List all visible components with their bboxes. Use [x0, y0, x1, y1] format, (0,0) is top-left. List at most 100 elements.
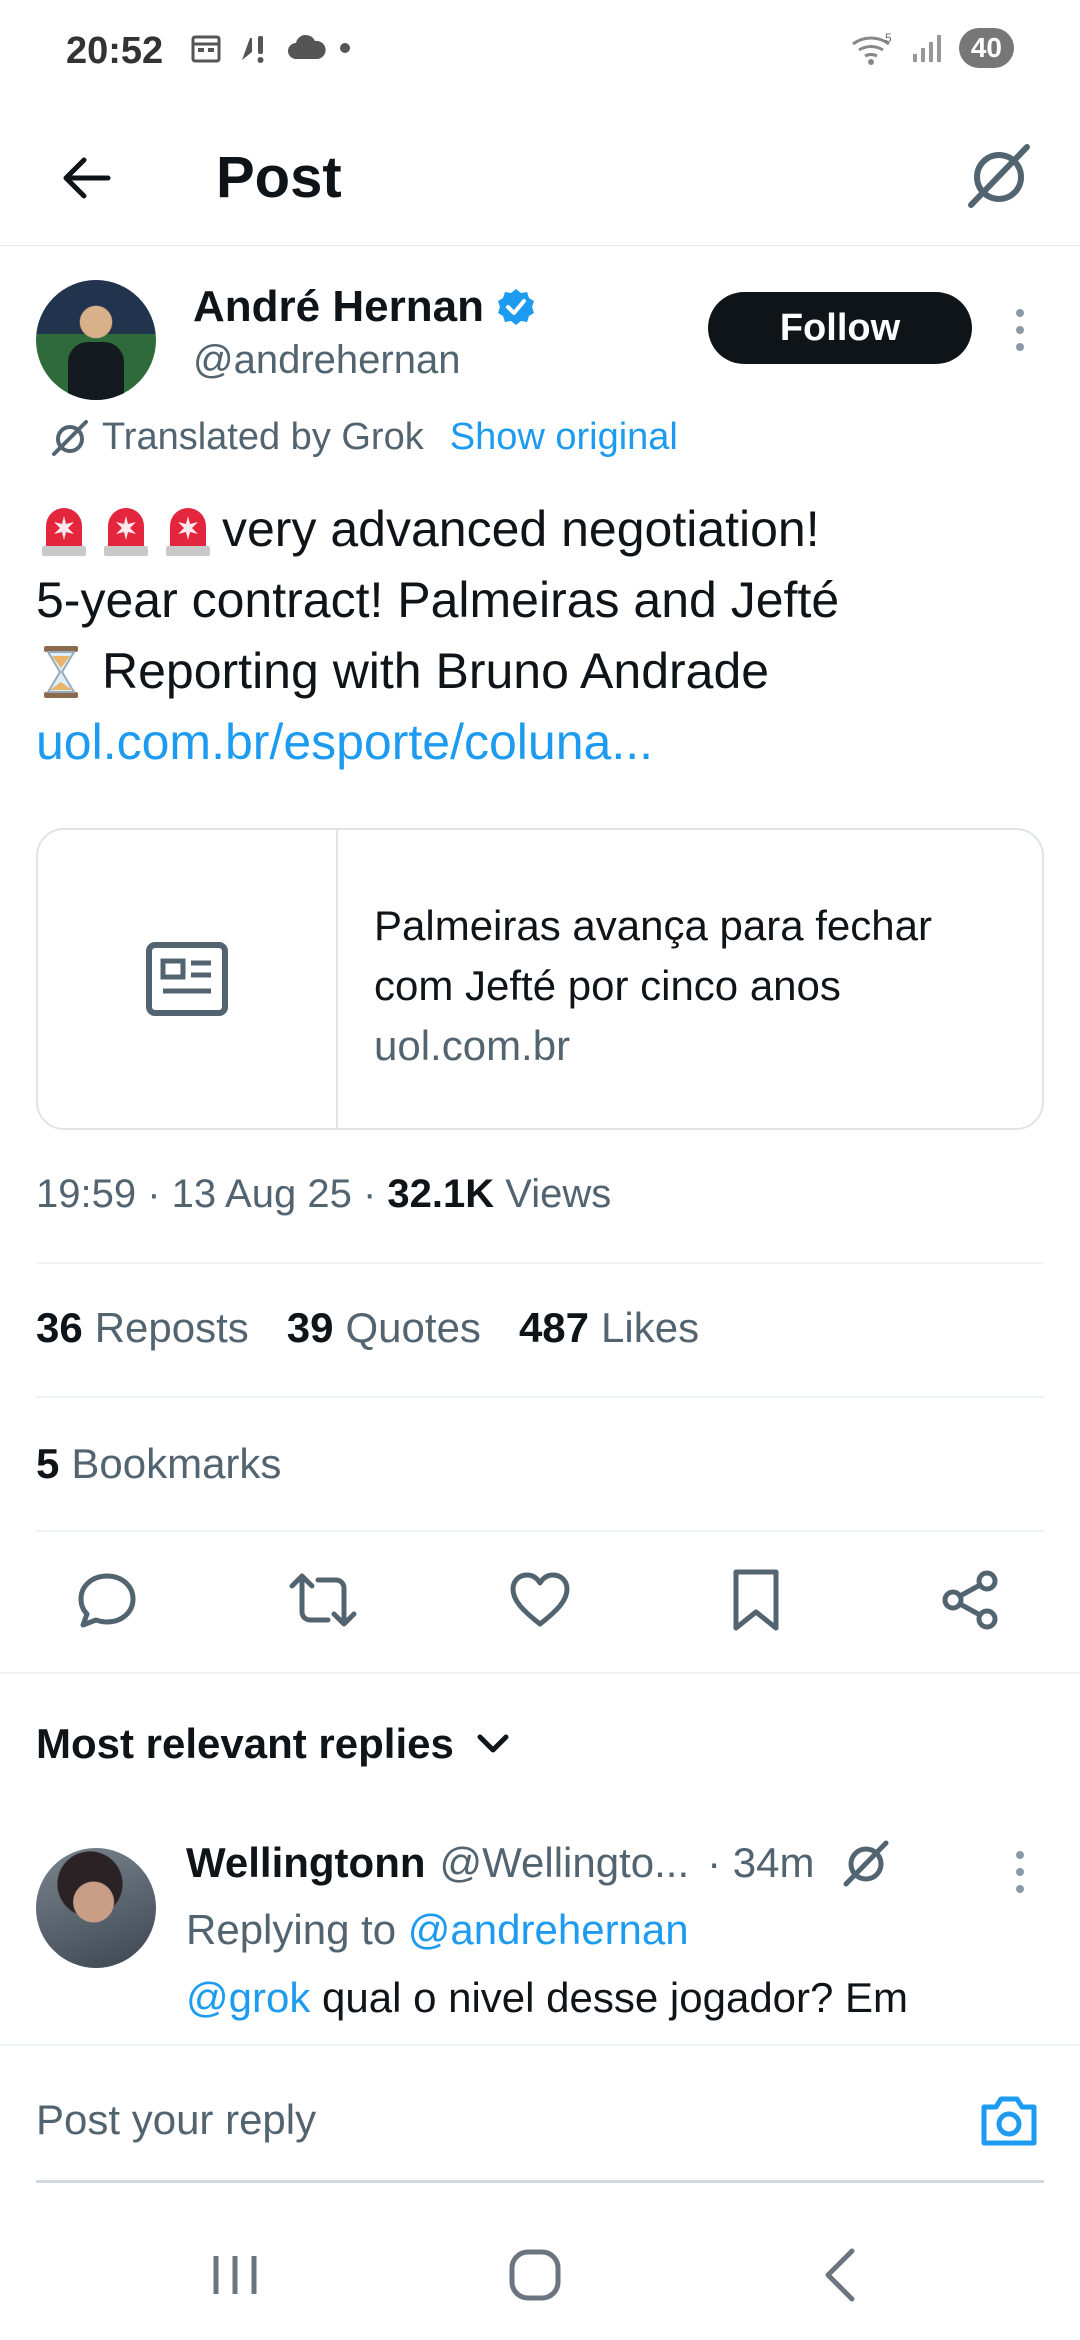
verified-badge-icon [497, 289, 534, 325]
siren-icon [166, 507, 210, 556]
page-title: Post [216, 145, 342, 210]
home-icon [509, 2249, 561, 2301]
siren-icon [104, 507, 148, 556]
svg-text:5: 5 [885, 31, 892, 45]
composer-underline [36, 2180, 1044, 2183]
post-line-1: very advanced negotiation! [36, 494, 1036, 565]
post-body: very advanced negotiation! 5-year contra… [36, 494, 1036, 778]
status-time: 20:52 [66, 30, 164, 72]
reposts-count: 36 [36, 1304, 83, 1351]
grok-icon[interactable] [841, 1838, 891, 1888]
author-name[interactable]: André Hernan [193, 282, 536, 332]
alert-icon [242, 36, 264, 63]
grok-icon [52, 419, 88, 456]
views-count: 32.1K [387, 1172, 495, 1216]
reply-icon [78, 1573, 136, 1628]
reply-author-handle[interactable]: @Wellingto... [440, 1839, 690, 1887]
recent-apps-button[interactable] [190, 2240, 280, 2310]
more-notifications-icon [340, 43, 350, 53]
share-icon [942, 1570, 998, 1630]
replying-to-handle[interactable]: @andrehernan [408, 1906, 689, 1953]
replies-sort-label: Most relevant replies [36, 1720, 454, 1767]
bookmark-icon [733, 1569, 779, 1631]
more-options-button[interactable] [1000, 300, 1040, 360]
reposts-label: Reposts [94, 1304, 249, 1351]
divider [36, 1396, 1044, 1398]
follow-button[interactable]: Follow [708, 292, 972, 364]
card-title-line-2: com Jefté por cinco anos [374, 962, 841, 1009]
reply-input[interactable] [36, 2096, 936, 2144]
post-text-line-2: 5-year contract! Palmeiras and Jefté [36, 572, 840, 628]
battery-indicator: 40 [958, 28, 1014, 68]
post-line-2: 5-year contract! Palmeiras and Jefté [36, 565, 1036, 636]
status-bar: 20:52 5 40 [0, 0, 1080, 104]
siren-icon [42, 507, 86, 556]
author-handle[interactable]: @andrehernan [193, 338, 460, 383]
quotes-count: 39 [286, 1304, 334, 1351]
card-domain: uol.com.br [374, 1022, 571, 1069]
card-thumbnail [38, 830, 338, 1128]
replying-to: Replying to @andrehernan [186, 1906, 689, 1954]
post-meta: 19:59 · 13 Aug 25 · 32.1K Views [36, 1172, 612, 1216]
reply-button[interactable] [67, 1560, 147, 1640]
reply-time: · 34m [707, 1839, 815, 1886]
home-button[interactable] [490, 2240, 580, 2310]
author-avatar[interactable] [36, 280, 156, 400]
back-arrow-icon [63, 157, 111, 199]
top-app-bar: Post [0, 110, 1080, 246]
like-button[interactable] [500, 1560, 580, 1640]
likes-stat[interactable]: 487 Likes [519, 1304, 699, 1352]
translation-label: Translated by Grok [102, 416, 424, 458]
reposts-stat[interactable]: 36 Reposts [36, 1304, 249, 1352]
reply-text-body: qual o nivel desse jogador? Em [322, 1974, 909, 2021]
notification-icons [190, 30, 350, 66]
article-icon [146, 942, 228, 1016]
divider [36, 1262, 1044, 1264]
views-label: Views [505, 1172, 612, 1216]
replies-sort-dropdown[interactable]: Most relevant replies [36, 1720, 510, 1768]
bookmark-button[interactable] [716, 1560, 796, 1640]
post-stats: 36 Reposts 39 Quotes 487 Likes [36, 1304, 699, 1352]
share-button[interactable] [931, 1560, 1011, 1640]
system-back-button[interactable] [795, 2240, 885, 2310]
divider [0, 1672, 1080, 1674]
bookmarks-count: 5 [36, 1440, 60, 1487]
post-text-line-3: Reporting with Bruno Andrade [102, 643, 770, 699]
chevron-down-icon [477, 1734, 509, 1753]
camera-button[interactable] [974, 2086, 1044, 2156]
link-preview-card[interactable]: Palmeiras avança para fechar com Jefté p… [36, 828, 1044, 1130]
cloud-icon [288, 34, 326, 59]
bookmarks-label: Bookmarks [71, 1440, 282, 1487]
bookmarks-stat[interactable]: 5 Bookmarks [36, 1440, 281, 1488]
action-bar [0, 1560, 1080, 1674]
replying-to-label: Replying to [186, 1906, 397, 1953]
reply-avatar[interactable] [36, 1848, 156, 1968]
recent-apps-icon [213, 2256, 257, 2294]
show-original-link[interactable]: Show original [450, 416, 678, 459]
reply-composer [0, 2044, 1080, 2184]
repost-icon [289, 1573, 357, 1627]
author-name-text: André Hernan [193, 282, 484, 331]
calendar-icon [191, 35, 221, 63]
post-text-line-1: very advanced negotiation! [222, 501, 820, 557]
back-button[interactable] [46, 138, 126, 218]
quotes-stat[interactable]: 39 Quotes [287, 1304, 481, 1352]
system-nav-bar [0, 2200, 1080, 2340]
card-body: Palmeiras avança para fechar com Jefté p… [338, 830, 932, 1128]
repost-button[interactable] [283, 1560, 363, 1640]
translation-notice: Translated by Grok Show original [50, 416, 678, 459]
reply-header: Wellingtonn @Wellingto... · 34m [186, 1838, 891, 1888]
reply-author-name[interactable]: Wellingtonn [186, 1839, 426, 1887]
grok-button[interactable] [954, 130, 1044, 220]
post-line-4: uol.com.br/esporte/coluna... [36, 707, 1036, 778]
post-time: 19:59 [36, 1172, 137, 1216]
card-title-line-1: Palmeiras avança para fechar [374, 902, 932, 949]
reply-text: @grok qual o nivel desse jogador? Em [186, 1974, 908, 2022]
post-link[interactable]: uol.com.br/esporte/coluna... [36, 707, 653, 778]
post-line-3: Reporting with Bruno Andrade [36, 636, 1036, 707]
reply-more-options-button[interactable] [1000, 1842, 1040, 1902]
reply-mention[interactable]: @grok [186, 1974, 310, 2021]
hourglass-icon [44, 645, 78, 698]
grok-icon [968, 144, 1030, 208]
heart-icon [510, 1572, 570, 1627]
